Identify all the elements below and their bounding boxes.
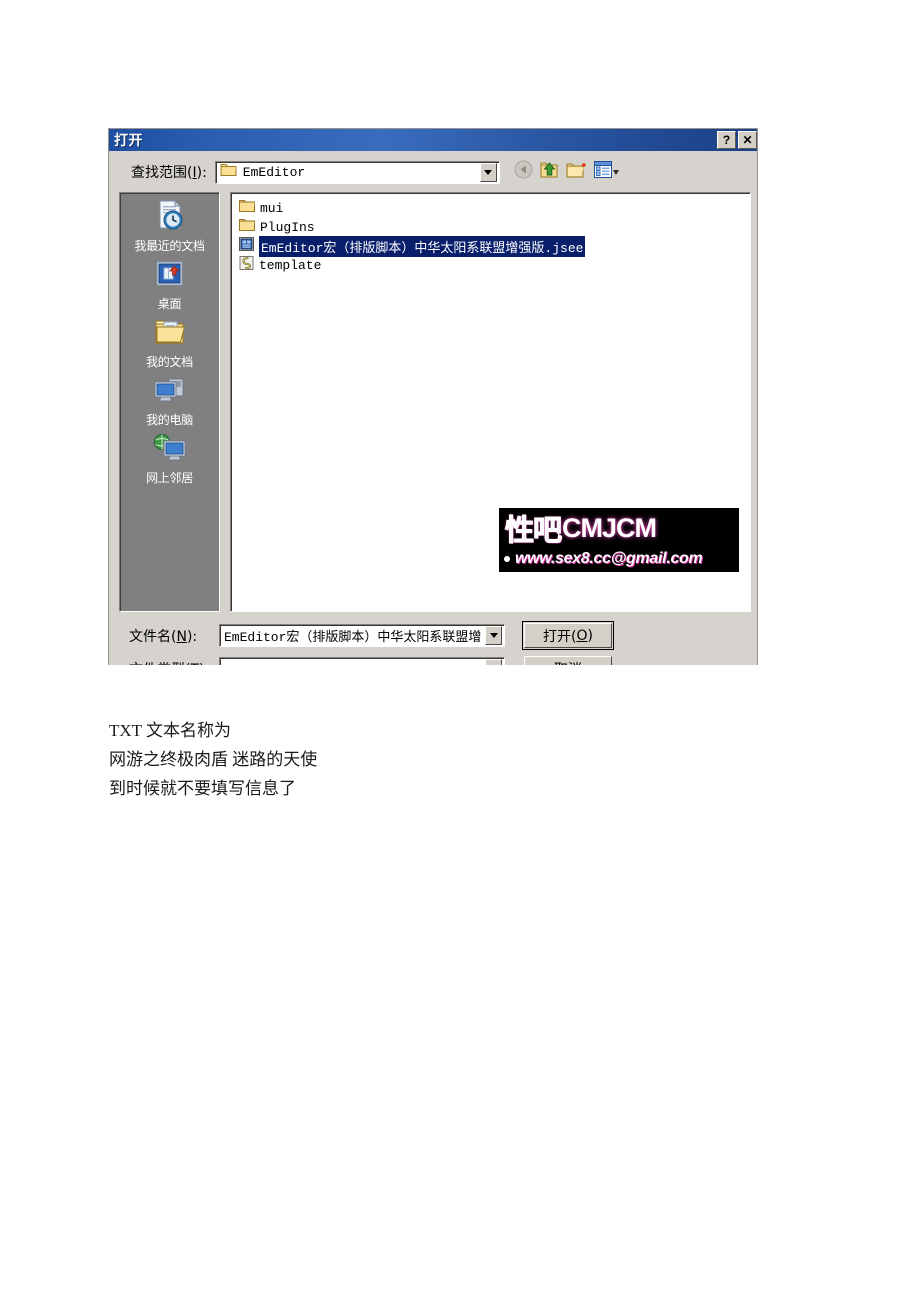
file-type-label: 文件类型(T): [119,659,219,666]
caption-line: 网游之终极肉盾 迷路的天使 [109,750,318,769]
banner-cn-text: 性吧 [504,513,562,548]
dialog-body: 查找范围(I): EmEditor 我最近的文档 桌面 我的文档 我的电脑 网上… [109,151,757,665]
banner-bottom-row: www.sex8.cc@gmail.com [499,548,739,570]
my-computer-icon [153,375,187,410]
file-name-row: 文件名(N): EmEditor宏（排版脚本）中华太阳系联盟增 打开(O) [119,621,751,650]
banner-top-row: 性吧 CMJCM [499,508,739,548]
file-list-item-selected[interactable]: EmEditor宏（排版脚本）中华太阳系联盟增强版.jsee [236,236,750,257]
close-button[interactable]: ✕ [738,131,757,149]
cancel-button[interactable]: 取消 [524,656,612,665]
bullet-icon [504,556,510,562]
file-name: template [259,258,322,273]
places-item-my-computer[interactable]: 我的电脑 [120,373,219,431]
dialog-title: 打开 [114,132,143,148]
places-item-network[interactable]: 网上邻居 [120,431,219,489]
banner-url-text: www.sex8.cc@gmail.com [515,550,703,567]
places-item-label: 桌面 [157,297,182,311]
folder-icon [239,199,255,218]
places-item-label: 我最近的文档 [134,239,205,253]
places-bar: 我最近的文档 桌面 我的文档 我的电脑 网上邻居 [119,192,220,612]
look-in-dropdown-arrow[interactable] [479,162,497,182]
caption-line: TXT 文本名称为 [109,721,231,740]
open-button[interactable]: 打开(O) [522,621,614,650]
desktop-icon [154,259,186,294]
recent-documents-icon [153,199,187,236]
dialog-main-area: 我最近的文档 桌面 我的文档 我的电脑 网上邻居 mui PlugIns EmE… [119,192,751,612]
views-button[interactable] [593,161,619,183]
network-places-icon [153,433,187,468]
caption-line: 到时候就不要填写信息了 [109,779,296,798]
places-item-label: 我的电脑 [146,413,193,427]
views-icon [593,161,612,183]
banner-overlay-image: 性吧 CMJCM www.sex8.cc@gmail.com [499,508,739,572]
chevron-down-icon [484,169,493,175]
dialog-titlebar[interactable]: 打开 ? ✕ [109,129,757,151]
file-name-label: 文件名(N): [129,628,198,645]
caption-block: TXT 文本名称为 网游之终极肉盾 迷路的天使 到时候就不要填写信息了 [109,718,729,805]
look-in-combobox[interactable]: EmEditor [214,160,500,184]
file-name: mui [260,201,284,216]
my-documents-icon [153,317,187,352]
file-name: EmEditor宏（排版脚本）中华太阳系联盟增强版.jsee [259,236,586,257]
places-item-label: 网上邻居 [146,471,193,485]
file-name-value: EmEditor宏（排版脚本）中华太阳系联盟增 [224,630,482,645]
places-item-my-documents[interactable]: 我的文档 [120,315,219,373]
script-file-icon [239,256,254,275]
chevron-down-icon [489,633,498,638]
back-arrow-icon[interactable] [514,160,533,184]
places-item-desktop[interactable]: 桌面 [120,257,219,315]
file-list-item[interactable]: PlugIns [236,218,750,237]
new-folder-icon[interactable] [566,161,587,184]
jsee-file-icon [239,237,254,256]
look-in-row: 查找范围(I): EmEditor [131,151,757,192]
file-list-item[interactable]: template [236,256,750,275]
banner-en-text: CMJCM [562,512,657,543]
up-folder-icon[interactable] [540,161,559,184]
places-item-recent[interactable]: 我最近的文档 [120,197,219,257]
file-type-row: 文件类型(T): 取消 [119,656,751,665]
open-file-dialog: 打开 ? ✕ 查找范围(I): EmEditor 我最近的文档 桌面 我的文档 … [108,128,758,665]
dialog-bottom-rows: 文件名(N): EmEditor宏（排版脚本）中华太阳系联盟增 打开(O) 文件… [119,621,751,665]
look-in-value: EmEditor [242,164,306,180]
help-button[interactable]: ? [717,131,736,149]
folder-icon [239,218,255,237]
dialog-toolbar [514,160,619,184]
places-item-label: 我的文档 [146,355,193,369]
file-type-dropdown-arrow[interactable] [485,659,502,665]
file-name: PlugIns [260,220,315,235]
file-list-item[interactable]: mui [236,199,750,218]
chevron-down-icon [612,169,619,175]
file-list[interactable]: mui PlugIns EmEditor宏（排版脚本）中华太阳系联盟增强版.js… [230,192,751,612]
file-type-combobox[interactable] [219,657,505,665]
look-in-label: 查找范围(I): [131,165,207,181]
file-name-input[interactable]: EmEditor宏（排版脚本）中华太阳系联盟增 [219,624,505,647]
folder-icon [220,163,237,182]
file-name-dropdown-arrow[interactable] [485,626,502,645]
